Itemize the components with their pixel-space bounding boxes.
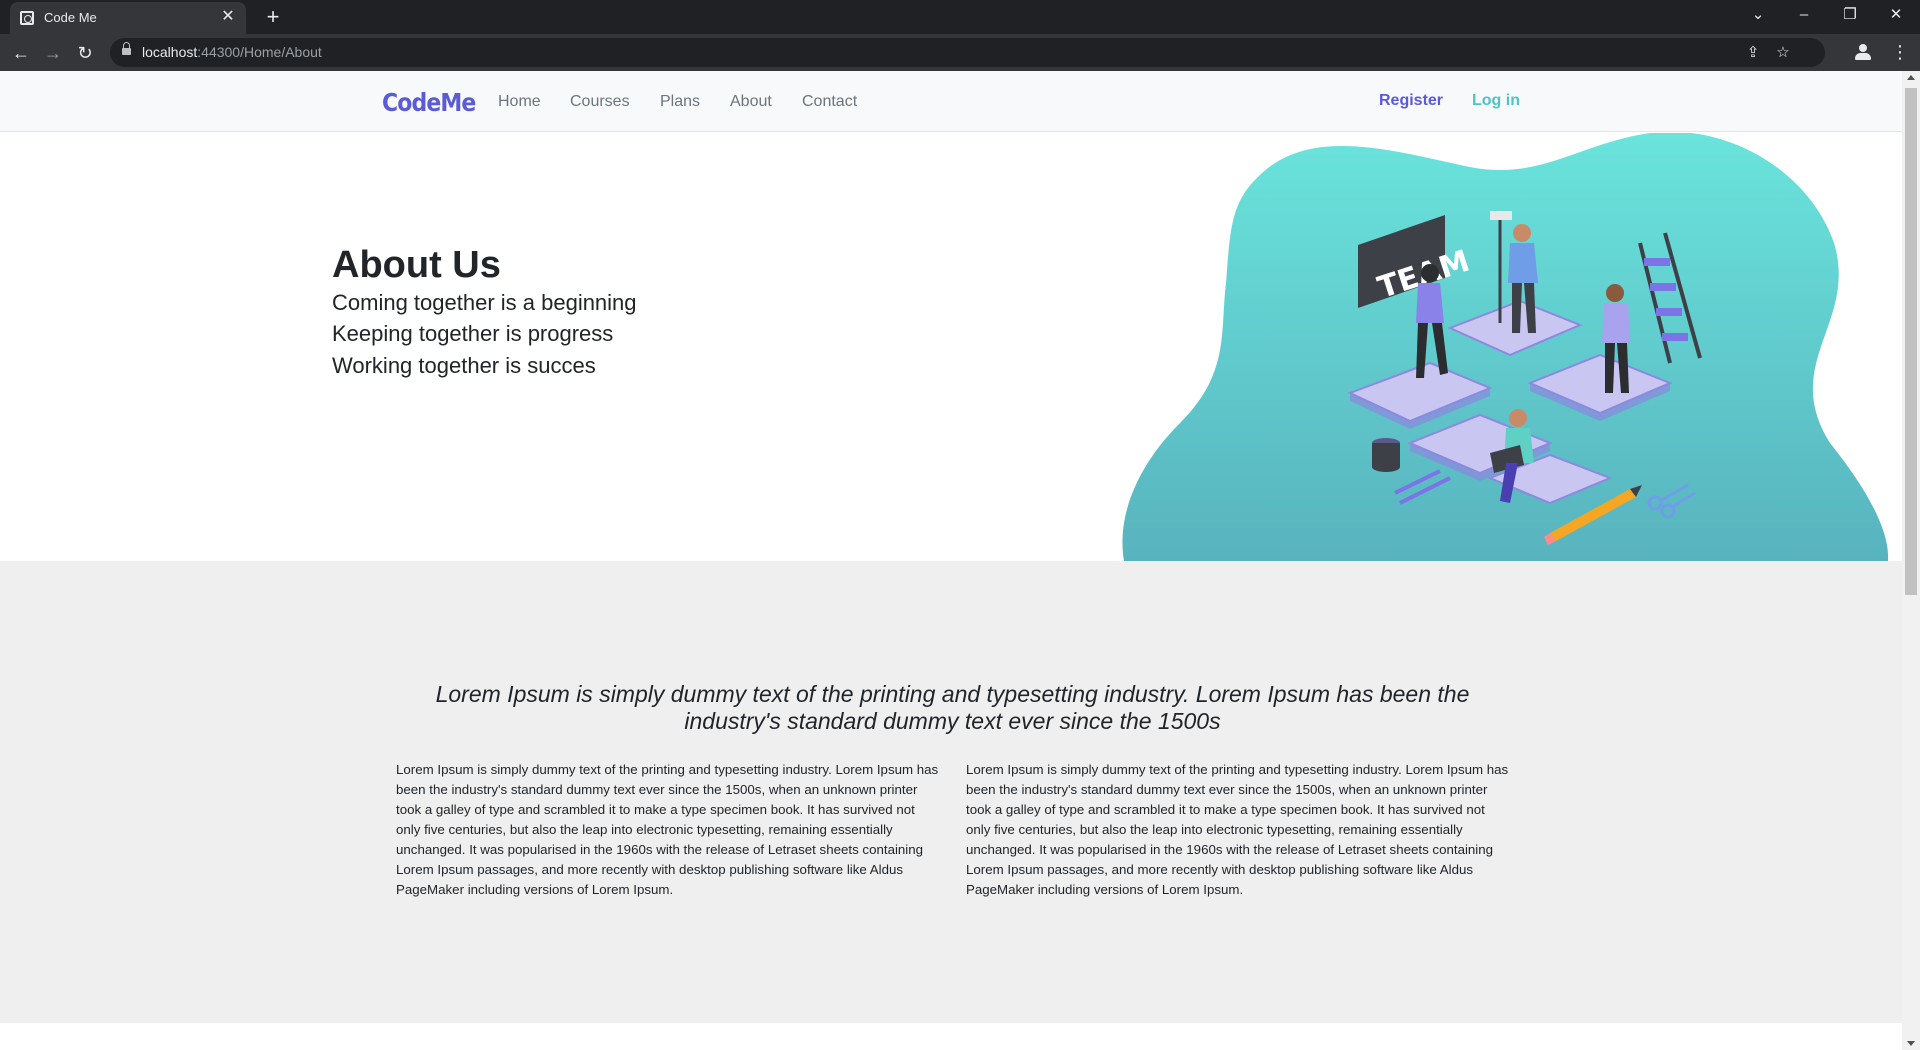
forward-arrow-icon[interactable]: → bbox=[40, 40, 66, 66]
url-text[interactable]: localhost:44300/Home/About bbox=[142, 44, 322, 60]
page-title: About Us bbox=[332, 244, 501, 286]
page-viewport: CodeMe Home Courses Plans About Contact … bbox=[0, 71, 1902, 1050]
lorem-column-right: Lorem Ipsum is simply dummy text of the … bbox=[966, 762, 1509, 897]
nav-link-courses[interactable]: Courses bbox=[570, 93, 630, 111]
restore-icon[interactable]: ❐ bbox=[1828, 0, 1872, 30]
minimize-icon[interactable]: – bbox=[1782, 0, 1826, 30]
login-link[interactable]: Log in bbox=[1472, 92, 1520, 110]
register-link[interactable]: Register bbox=[1379, 92, 1443, 110]
nav-link-home[interactable]: Home bbox=[498, 93, 541, 111]
brand-logo[interactable]: CodeMe bbox=[382, 88, 476, 117]
lorem-column-left: Lorem Ipsum is simply dummy text of the … bbox=[396, 762, 939, 897]
scrollbar-thumb[interactable] bbox=[1905, 88, 1917, 595]
browser-tab[interactable]: Code Me ✕ bbox=[10, 2, 246, 34]
plus-icon[interactable]: + bbox=[260, 4, 286, 30]
lead-quote: Lorem Ipsum is simply dummy text of the … bbox=[435, 681, 1470, 734]
share-icon[interactable]: ⇪ bbox=[1741, 41, 1765, 65]
favicon-icon bbox=[20, 11, 34, 25]
tagline-line-2: Keeping together is progress bbox=[332, 321, 614, 346]
chevron-down-icon[interactable]: ⌄ bbox=[1736, 0, 1780, 30]
lock-icon[interactable] bbox=[122, 42, 131, 57]
tagline-line-1: Coming together is a beginning bbox=[332, 290, 637, 315]
scroll-up-arrow-icon[interactable] bbox=[1907, 75, 1915, 80]
page-scrollbar[interactable] bbox=[1902, 71, 1920, 1050]
back-arrow-icon[interactable]: ← bbox=[8, 40, 34, 66]
nav-link-contact[interactable]: Contact bbox=[802, 93, 857, 111]
kebab-menu-icon[interactable]: ⋮ bbox=[1890, 41, 1910, 63]
close-icon[interactable]: ✕ bbox=[218, 7, 238, 27]
team-illustration: TEAM bbox=[1122, 133, 1889, 561]
browser-tab-bar: Code Me ✕ + ⌄ – ❐ ✕ bbox=[0, 0, 1920, 34]
paint-can bbox=[1372, 438, 1400, 472]
reload-icon[interactable]: ↻ bbox=[72, 40, 98, 66]
address-bar[interactable]: localhost:44300/Home/About ⇪ ☆ bbox=[110, 38, 1825, 67]
tab-title: Code Me bbox=[44, 10, 97, 25]
nav-link-plans[interactable]: Plans bbox=[660, 93, 700, 111]
star-icon[interactable]: ☆ bbox=[1771, 41, 1795, 65]
site-navbar: CodeMe Home Courses Plans About Contact … bbox=[0, 71, 1902, 132]
scroll-down-arrow-icon[interactable] bbox=[1907, 1041, 1915, 1046]
browser-toolbar: ← → ↻ localhost:44300/Home/About ⇪ ☆ ⋮ bbox=[0, 34, 1920, 71]
nav-link-about[interactable]: About bbox=[730, 93, 772, 111]
profile-icon[interactable] bbox=[1853, 42, 1873, 62]
window-close-icon[interactable]: ✕ bbox=[1874, 0, 1918, 30]
lorem-section: Lorem Ipsum is simply dummy text of the … bbox=[0, 561, 1902, 1023]
tagline-line-3: Working together is succes bbox=[332, 353, 596, 378]
